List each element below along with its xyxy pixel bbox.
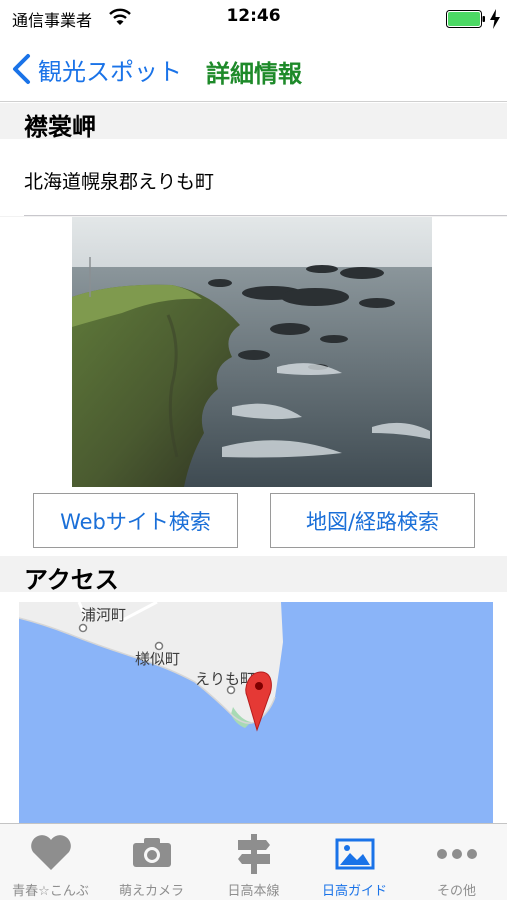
tab-seishun-konbu[interactable]: 青春☆こんぶ: [0, 824, 101, 900]
battery-icon: [446, 10, 485, 28]
tab-other[interactable]: その他: [406, 824, 507, 900]
page-title: 詳細情報: [206, 60, 302, 88]
tab-hidaka-guide[interactable]: 日高ガイド: [304, 824, 405, 900]
tab-label: 青春☆こんぶ: [12, 884, 89, 899]
coastal-cliff-photo: [72, 217, 432, 487]
signpost-icon: [237, 834, 270, 874]
chevron-left-icon: [13, 54, 30, 84]
map-cell: 浦河町 様似町 えりも町: [0, 592, 507, 823]
tab-bar: 青春☆こんぶ 萌えカメラ 日高本線 日高ガイド その他: [0, 823, 507, 900]
tab-label: その他: [436, 884, 476, 899]
tab-label: 日高ガイド: [321, 884, 387, 899]
more-icon: [436, 849, 477, 859]
heart-icon: [30, 835, 71, 870]
divider: [24, 215, 507, 216]
back-button[interactable]: 観光スポット: [10, 50, 182, 88]
spot-address: 北海道幌泉郡えりも町: [24, 171, 215, 193]
access-map[interactable]: 浦河町 様似町 えりも町: [19, 602, 493, 823]
navigation-bar: 観光スポット 詳細情報: [0, 36, 507, 102]
map-label-urakawa: 浦河町: [81, 606, 126, 624]
photo-cell: [0, 217, 507, 487]
map-label-samani: 様似町: [135, 650, 180, 668]
charging-bolt-icon: [490, 9, 500, 29]
tab-label: 日高本線: [227, 884, 280, 899]
action-buttons: Webサイト検索 地図/経路検索: [0, 487, 507, 556]
camera-icon: [132, 838, 171, 867]
picture-icon: [335, 838, 374, 870]
route-search-button[interactable]: 地図/経路検索: [270, 493, 475, 548]
access-title: アクセス: [24, 566, 119, 594]
spot-name-header: 襟裳岬: [0, 103, 507, 141]
web-search-button[interactable]: Webサイト検索: [33, 493, 238, 548]
access-header: アクセス: [0, 556, 507, 594]
address-cell: 北海道幌泉郡えりも町: [0, 139, 507, 216]
tab-label: 萌えカメラ: [118, 884, 184, 899]
tab-hidaka-line[interactable]: 日高本線: [203, 824, 304, 900]
spot-name: 襟裳岬: [24, 113, 96, 141]
clock: 12:46: [226, 6, 281, 26]
back-button-label: 観光スポット: [38, 57, 182, 86]
tab-moe-camera[interactable]: 萌えカメラ: [101, 824, 202, 900]
detail-scroll-view[interactable]: 襟裳岬 北海道幌泉郡えりも町 Webサイト検索 地図/経路検索 アクセス 浦河町…: [0, 103, 507, 823]
status-bar: 通信事業者 12:46: [0, 0, 507, 36]
